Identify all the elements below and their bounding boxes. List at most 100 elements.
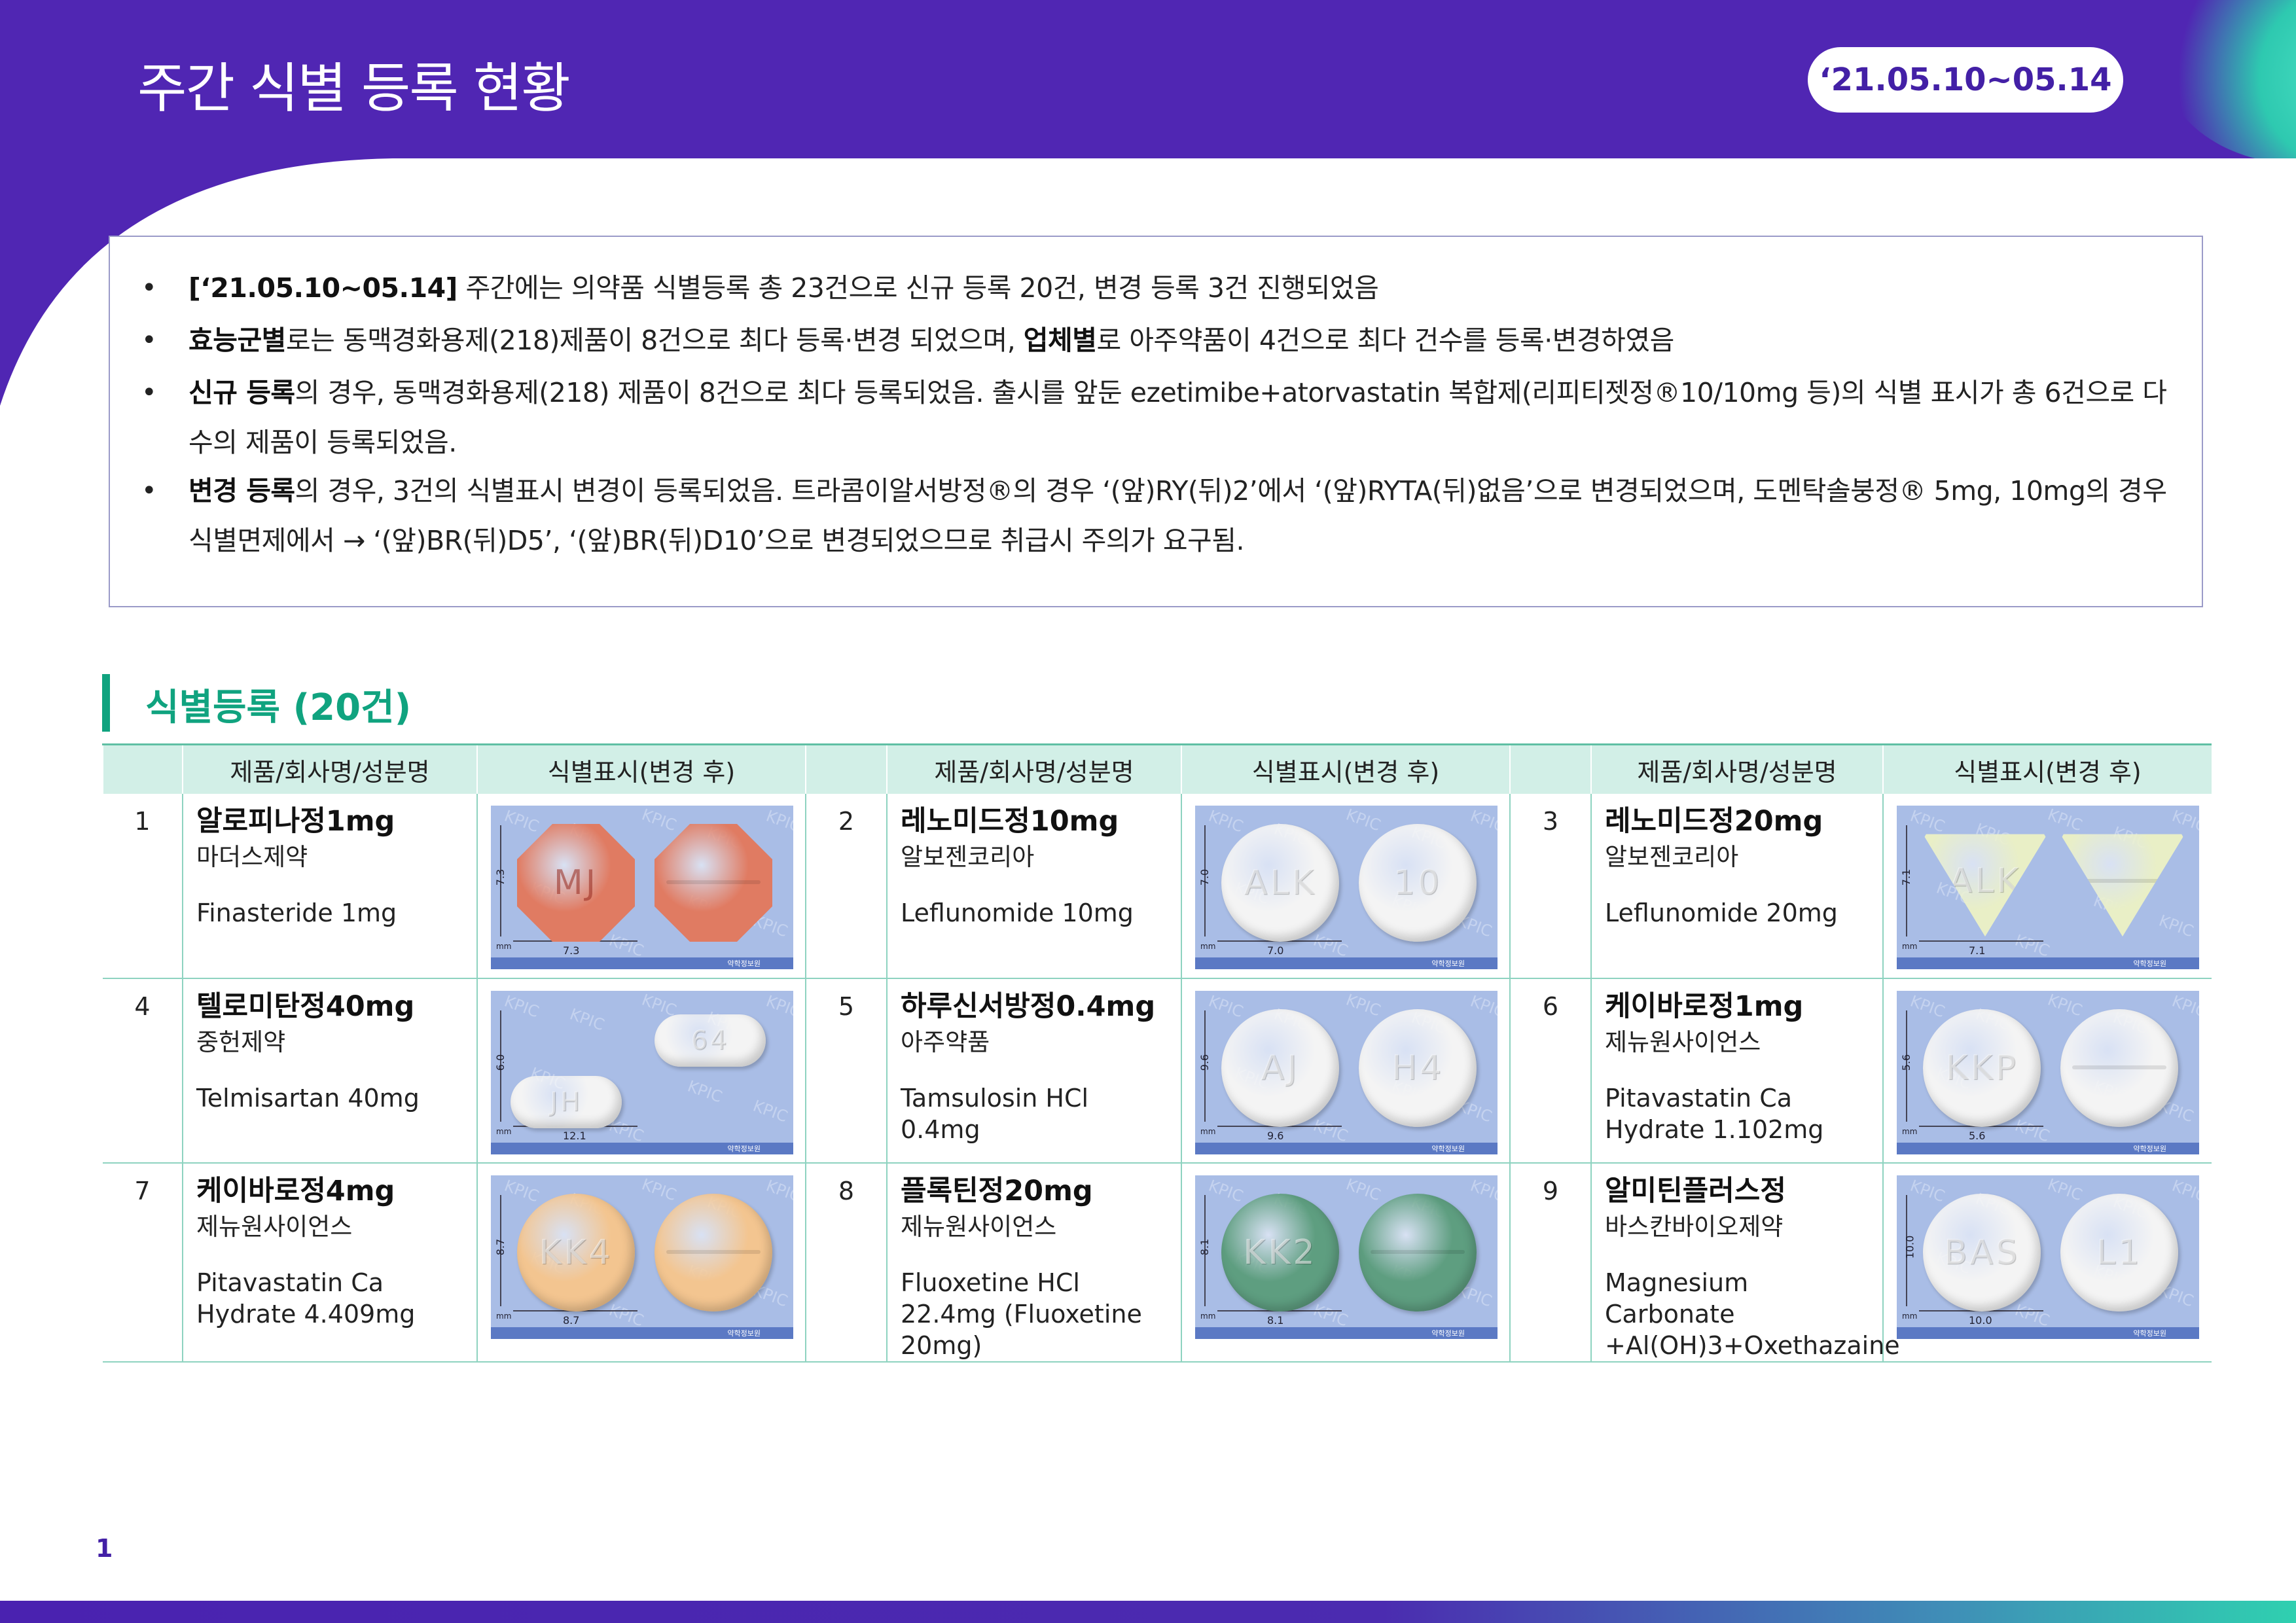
company-name: 바스칸바이오제약 (1605, 1213, 1784, 1241)
score-line (666, 880, 761, 885)
pill-imprint: BAS (1943, 1233, 2020, 1272)
summary-text: 로는 동맥경화용제(218)제품이 8건으로 최다 등록·변경 되었으며, (285, 325, 1024, 356)
ingredient-name: Leflunomide 20mg (1605, 899, 1838, 927)
unit-label: mm (1200, 942, 1216, 951)
summary-text: 의 경우, 3건의 식별표시 변경이 등록되었음. 트라콤이알서방정®의 경우 … (188, 475, 2167, 556)
height-label: 8.1 (1198, 1238, 1211, 1256)
pill-photo: KPICKPICKPICKPICKPICKPICKPICKPICKPIC10.0… (1897, 1175, 2199, 1339)
product-name: 케이바로정4mg (196, 1175, 395, 1207)
width-label: 5.6 (1969, 1130, 1986, 1142)
watermark-text: KPIC (2169, 806, 2199, 836)
watermark-text: KPIC (606, 931, 647, 961)
header-cell (1509, 743, 1591, 794)
ingredient-name: Telmisartan 40mg (196, 1084, 420, 1113)
ingredient-name: Pitavastatin Ca Hydrate 1.102mg (1605, 1084, 1824, 1144)
pill-imprint: KKP (1945, 1048, 2018, 1088)
watermark-text: KPIC (2169, 1176, 2199, 1206)
watermark-text: KPIC (1206, 1176, 1246, 1206)
bullet-icon: • (141, 476, 157, 506)
product-name: 텔로미탄정40mg (196, 990, 415, 1023)
product-name: 알미틴플러스정 (1605, 1175, 1786, 1207)
watermark-text: KPIC (1907, 1176, 1948, 1206)
summary-text: 주간에는 의약품 식별등록 총 23건으로 신규 등록 20건, 변경 등록 3… (457, 272, 1379, 304)
watermark-text: KPIC (1467, 1176, 1498, 1206)
height-label: 8.7 (494, 1238, 507, 1256)
watermark-text: KPIC (501, 1176, 542, 1206)
pill-imprint: 64 (691, 1026, 730, 1056)
image-footer-text: 약학정보원 (2133, 959, 2166, 968)
image-footer-text: 약학정보원 (1431, 1329, 1465, 1338)
page-number: 1 (96, 1534, 113, 1563)
unit-label: mm (1902, 942, 1918, 951)
product-name: 하루신서방정0.4mg (901, 990, 1156, 1023)
score-line (2072, 1065, 2166, 1070)
registration-table: 제품/회사명/성분명 식별표시(변경 후) 제품/회사명/성분명 식별표시(변경… (102, 743, 2212, 1363)
company-name: 알보젠코리아 (901, 843, 1035, 871)
width-label: 7.1 (1969, 944, 1986, 957)
ingredient-name: Tamsulosin HCl 0.4mg (901, 1084, 1089, 1144)
score-line (666, 1250, 761, 1255)
row-number: 4 (103, 978, 183, 1164)
watermark-text: KPIC (1310, 1116, 1351, 1146)
pill-imprint: ALK (1244, 863, 1317, 902)
ingredient-name: Magnesium Carbonate +Al(OH)3+Oxethazaine (1605, 1268, 1900, 1360)
unit-label: mm (496, 1311, 512, 1321)
pill-imprint: ALK (1948, 861, 2022, 901)
height-label: 7.0 (1198, 868, 1211, 886)
watermark-text: KPIC (1907, 806, 1948, 836)
watermark-text: KPIC (1206, 806, 1246, 836)
pill-photo: KPICKPICKPICKPICKPICKPICKPICKPICKPIC9.69… (1195, 991, 1498, 1154)
summary-item: • [‘21.05.10~05.14] 주간에는 의약품 식별등록 총 23건으로… (141, 263, 2178, 313)
pill-back (2060, 1009, 2178, 1127)
width-label: 8.7 (563, 1314, 580, 1327)
pill-image-cell: KPICKPICKPICKPICKPICKPICKPICKPICKPIC8.18… (1181, 1163, 1510, 1363)
bullet-icon: • (141, 273, 157, 303)
row-number: 3 (1509, 794, 1591, 979)
watermark-text: KPIC (1467, 806, 1498, 836)
row-number: 6 (1509, 978, 1591, 1164)
watermark-text: KPIC (1907, 991, 1948, 1022)
pill-photo: KPICKPICKPICKPICKPICKPICKPICKPICKPIC7.07… (1195, 806, 1498, 969)
company-name: 알보젠코리아 (1605, 843, 1739, 871)
product-info: 케이바로정4mg 제뉴원사이언스 Pitavastatin Ca Hydrate 4… (182, 1163, 477, 1363)
header-cell: 제품/회사명/성분명 (182, 743, 477, 794)
height-label: 7.3 (494, 868, 507, 886)
ruler-horizontal (1919, 940, 2043, 943)
score-line (1371, 1250, 1465, 1255)
row-number: 8 (805, 1163, 887, 1363)
pill-image-cell: KPICKPICKPICKPICKPICKPICKPICKPICKPIC9.69… (1181, 978, 1510, 1164)
pill-back (1359, 1194, 1477, 1311)
bullet-icon: • (141, 378, 157, 408)
ingredient-name: Leflunomide 10mg (901, 899, 1134, 927)
pill-photo: KPICKPICKPICKPICKPICKPICKPICKPICKPIC6.01… (491, 991, 793, 1154)
date-range-badge: ‘21.05.10~05.14 (1808, 47, 2123, 113)
score-line (2073, 878, 2172, 883)
watermark-text: KPIC (2012, 931, 2053, 961)
company-name: 제뉴원사이언스 (196, 1213, 353, 1241)
pill-image-cell: KPICKPICKPICKPICKPICKPICKPICKPICKPIC7.37… (476, 794, 806, 979)
watermark-text: KPIC (501, 806, 542, 836)
watermark-text: KPIC (1467, 991, 1498, 1022)
company-name: 아주약품 (901, 1028, 990, 1056)
pill-back: H4 (1359, 1009, 1477, 1127)
height-label: 7.1 (1900, 868, 1913, 886)
pill-back (655, 1194, 772, 1311)
product-name: 알로피나정1mg (196, 805, 395, 838)
pill-front: KK4 (517, 1194, 635, 1311)
watermark-text: KPIC (763, 991, 793, 1022)
header-cell (805, 743, 887, 794)
height-label: 10.0 (1903, 1235, 1916, 1259)
width-label: 8.1 (1267, 1314, 1284, 1327)
pill-photo: KPICKPICKPICKPICKPICKPICKPICKPICKPIC7.37… (491, 806, 793, 969)
watermark-text: KPIC (2045, 1175, 2085, 1205)
product-info: 플록틴정20mg 제뉴원사이언스 Fluoxetine HCl 22.4mg (Fl… (886, 1163, 1181, 1363)
watermark-text: KPIC (685, 1077, 725, 1107)
company-name: 제뉴원사이언스 (901, 1213, 1057, 1241)
pill-front: KKP (1923, 1009, 2041, 1127)
image-footer-text: 약학정보원 (1431, 1145, 1465, 1153)
row-number: 5 (805, 978, 887, 1164)
watermark-text: KPIC (1206, 991, 1246, 1022)
image-footer-text: 약학정보원 (727, 1329, 761, 1338)
product-info: 케이바로정1mg 제뉴원사이언스 Pitavastatin Ca Hydrate 1… (1590, 978, 1883, 1164)
watermark-text: KPIC (606, 1300, 647, 1330)
